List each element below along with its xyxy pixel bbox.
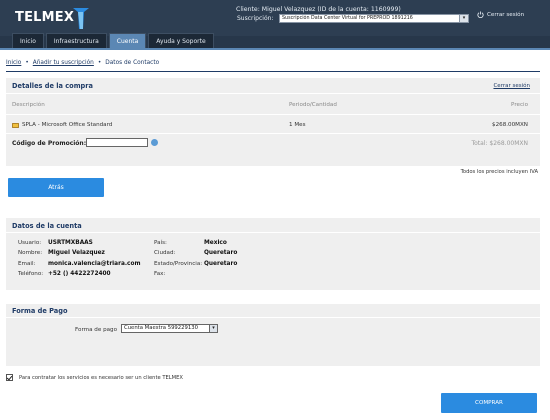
col-description: Descripción <box>12 102 45 108</box>
breadcrumb-separator: • <box>25 60 29 66</box>
payment-method-select[interactable]: Cuenta Maestra 599229130 ▾ <box>121 324 218 333</box>
country-label: País: <box>154 240 167 246</box>
tab-infraestructura[interactable]: Infraestructura <box>45 33 107 48</box>
terms-text: Para contratar los servicios es necesari… <box>19 374 183 381</box>
name-label: Nombre: <box>18 250 43 256</box>
terms-checkbox[interactable] <box>6 374 13 381</box>
subscription-select-value: Suscripción Data Center Virtual for PREP… <box>282 16 413 21</box>
buy-button[interactable]: COMPRAR <box>441 393 537 413</box>
city-value: Queretaro <box>204 250 238 256</box>
back-button[interactable]: Atrás <box>8 178 104 197</box>
top-header: TELMEX Cliente: Miguel Velazquez (ID de … <box>0 0 550 48</box>
purchase-title: Detalles de la compra <box>12 82 93 90</box>
iva-note: Todos los precios incluyen IVA <box>460 169 538 175</box>
promo-code-label: Código de Promoción: <box>12 140 87 147</box>
state-label: Estado/Provincia: <box>154 261 203 267</box>
box-icon <box>12 122 19 128</box>
user-value: USRTMXBAAS <box>48 240 93 246</box>
main-tabs: Inicio Infraestructura Cuenta Ayuda y So… <box>12 33 214 48</box>
logout-label: Cerrar sesión <box>487 11 525 18</box>
row-divider <box>6 232 540 233</box>
terms-row: Para contratar los servicios es necesari… <box>6 374 183 381</box>
logo-text: TELMEX <box>15 9 75 25</box>
phone-value: +52 () 4422272400 <box>48 271 111 277</box>
row-divider <box>6 133 540 134</box>
promo-code-input[interactable] <box>86 138 148 147</box>
breadcrumb-divider <box>6 71 540 72</box>
purchase-details-panel: Detalles de la compra Cerrar sesión Desc… <box>6 78 540 166</box>
row-divider <box>6 93 540 94</box>
email-value: monica.valencia@triara.com <box>48 261 141 267</box>
breadcrumb-current: Datos de Contacto <box>105 60 160 66</box>
user-label: Usuario: <box>18 240 42 246</box>
chevron-down-icon: ▾ <box>209 325 217 332</box>
item-period: 1 Mes <box>289 122 306 128</box>
account-title: Datos de la cuenta <box>12 222 82 230</box>
item-name: SPLA - Microsoft Office Standard <box>22 122 113 128</box>
breadcrumb-home[interactable]: Inicio <box>6 60 21 66</box>
city-label: Ciudad: <box>154 250 176 256</box>
country-value: Mexico <box>204 240 227 246</box>
payment-method-value: Cuenta Maestra 599229130 <box>124 325 199 331</box>
chevron-down-icon: ▾ <box>459 15 468 22</box>
header-divider <box>0 48 550 50</box>
row-divider <box>6 114 540 115</box>
apply-promo-icon[interactable] <box>151 139 158 146</box>
tab-inicio[interactable]: Inicio <box>12 33 44 48</box>
payment-panel: Forma de Pago <box>6 304 540 366</box>
name-value: Miguel Velazquez <box>48 250 105 256</box>
email-label: Email: <box>18 261 36 267</box>
telmex-logo-mark-icon <box>73 8 89 29</box>
item-description: SPLA - Microsoft Office Standard <box>12 122 112 128</box>
col-period: Periodo/Cantidad <box>289 102 337 108</box>
payment-title: Forma de Pago <box>12 307 68 315</box>
col-price: Precio <box>511 102 528 108</box>
close-session-link[interactable]: Cerrar sesión <box>493 83 530 89</box>
client-info: Cliente: Miguel Velazquez (ID de la cuen… <box>236 6 401 13</box>
account-panel: Datos de la cuenta Usuario: USRTMXBAAS N… <box>6 218 540 290</box>
row-divider <box>6 317 540 318</box>
logout-link[interactable]: Cerrar sesión <box>477 11 524 18</box>
tab-ayuda-soporte[interactable]: Ayuda y Soporte <box>148 33 214 48</box>
total-amount: Total: $268.00MXN <box>471 140 528 147</box>
breadcrumb-add-subscription[interactable]: Añadir tu suscripción <box>33 60 94 66</box>
power-icon <box>477 11 484 18</box>
subscription-label: Suscripción: <box>237 15 274 22</box>
phone-label: Teléfono: <box>18 271 44 277</box>
payment-method-label: Forma de pago <box>75 327 118 333</box>
fax-label: Fax: <box>154 271 166 277</box>
telmex-logo[interactable]: TELMEX <box>15 8 89 29</box>
subscription-select[interactable]: Suscripción Data Center Virtual for PREP… <box>279 14 469 23</box>
breadcrumb: Inicio • Añadir tu suscripción • Datos de Co… <box>6 60 159 66</box>
breadcrumb-separator: • <box>97 60 102 66</box>
state-value: Queretaro <box>204 261 238 267</box>
item-price: $268.00MXN <box>492 122 528 128</box>
tab-cuenta[interactable]: Cuenta <box>108 33 147 48</box>
